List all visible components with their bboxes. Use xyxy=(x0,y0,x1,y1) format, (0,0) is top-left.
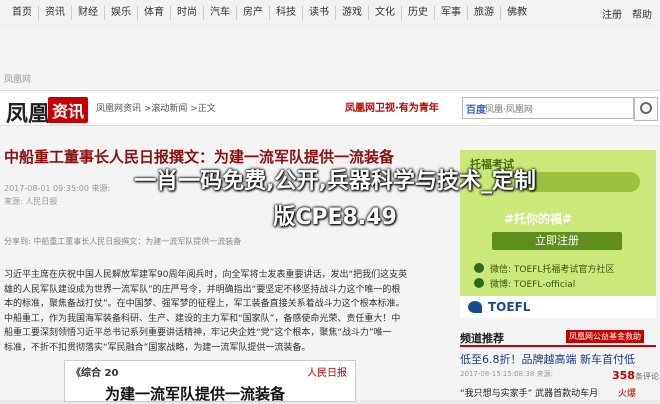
nav-item-military[interactable]: 军事 xyxy=(435,6,468,20)
side-section-title: 频道推荐 xyxy=(460,332,504,345)
article-paragraph: 习近平主席在庆祝中国人民解放军建军90周年阅兵时，向全军将士发表重要讲话，发出“… xyxy=(4,270,408,280)
side-list-item[interactable]: “我只想与实家手” 武器首款动车月 xyxy=(460,386,598,399)
toefl-logo-icon xyxy=(468,301,482,313)
side-item-meta: 2017-08-15 15:08:38 来源: xyxy=(460,370,553,378)
newspaper-brand: 人民日报 xyxy=(307,368,347,379)
newspaper-section: 《综合 20 xyxy=(71,368,119,379)
breadcrumb[interactable]: 凤凰网资讯 >滚动新闻 >正文 xyxy=(96,101,216,114)
search-input-text: 凤凰·凤凰网 xyxy=(485,105,533,115)
side-divider xyxy=(460,345,656,347)
nav-item-home[interactable]: 首页 xyxy=(6,6,39,20)
nav-item-travel[interactable]: 旅游 xyxy=(468,6,501,20)
search-button[interactable] xyxy=(634,97,658,121)
register-link[interactable]: 注册 xyxy=(602,6,622,21)
top-nav-right: 注册 帮助 xyxy=(602,6,652,21)
newspaper-image: 《综合 20 人民日报 为建一流军队提供一流装备 xyxy=(64,360,356,403)
search-input[interactable]: 百度 凤凰·凤凰网 xyxy=(462,97,634,119)
comment-count-value: 358 xyxy=(612,369,635,382)
ad-footer: TOEFL xyxy=(460,296,656,318)
nav-item-culture[interactable]: 文化 xyxy=(369,6,402,20)
overlay-headline: 一肖一码免费,公开,兵器科学与技术_定制 版CPE8.49 xyxy=(40,164,630,236)
overlay-headline-line2: 版CPE8.49 xyxy=(273,205,397,230)
channel-logo-badge[interactable]: 资讯 xyxy=(48,97,89,123)
help-link[interactable]: 帮助 xyxy=(632,6,652,21)
nav-item-news[interactable]: 资讯 xyxy=(39,6,72,20)
article-paragraph: 本的标准，聚焦备战打仗”。在中国梦、强军梦的征程上，军工装备直接关系着战斗力这个… xyxy=(4,299,405,310)
nav-item-books[interactable]: 读书 xyxy=(303,6,336,20)
article-paragraph: 船重工要深刻领悟习近平总书记系列重要讲话精神，牢记央企姓“党”这个根本，聚焦“战… xyxy=(4,328,392,339)
nav-item-sports[interactable]: 体育 xyxy=(138,6,171,20)
newspaper-headline: 为建一流军队提供一流装备 xyxy=(105,385,286,403)
nav-item-buddhism[interactable]: 佛教 xyxy=(501,6,533,20)
top-nav-links: 首页 资讯 财经 娱乐 体育 时尚 汽车 房产 科技 读书 游戏 文化 历史 军… xyxy=(6,6,533,20)
nav-item-house[interactable]: 房产 xyxy=(237,6,270,20)
share-row: 分享到: 中船重工董事长人民日报撰文：为建一流军队提供一流装备 xyxy=(4,236,241,247)
article-body: 习近平主席在庆祝中国人民解放军建军90周年阅兵时，向全军将士发表重要讲话，发出“… xyxy=(4,268,422,356)
nav-item-games[interactable]: 游戏 xyxy=(336,6,369,20)
weibo-icon xyxy=(474,278,484,288)
nav-item-auto[interactable]: 汽车 xyxy=(204,6,237,20)
site-logo[interactable]: 凤凰 xyxy=(6,96,50,128)
ad-wechat-line: 微信: TOEFL托福考试官方社区 xyxy=(490,265,615,275)
side-badge[interactable]: 凤凰网公益基金救助 xyxy=(566,330,644,343)
article-paragraph: 标准，不折不扣贯彻落实“军民融合”国家战略，为建一流军队提供一流装备。 xyxy=(4,342,311,353)
nav-item-tech[interactable]: 科技 xyxy=(270,6,303,20)
comment-count[interactable]: 358条评论 xyxy=(612,369,659,382)
ad-weibo-line: 微博: TOEFL-official xyxy=(490,280,576,290)
comment-count-unit: 条评论 xyxy=(634,372,659,381)
site-label: 凤凰网 xyxy=(4,75,32,85)
article-paragraph: 雄的人民军队建设成为世界一流军队”的庄严号令，并明确指出“要坚定不移坚持战斗力这… xyxy=(4,284,401,295)
nav-item-history[interactable]: 历史 xyxy=(402,6,435,20)
toefl-logo-text: TOEFL xyxy=(488,300,531,314)
overlay-headline-line1: 一肖一码免费,公开,兵器科学与技术_定制 xyxy=(134,169,536,194)
nav-item-entertainment[interactable]: 娱乐 xyxy=(105,6,138,20)
share-label: 分享到: xyxy=(4,237,31,246)
nav-item-fashion[interactable]: 时尚 xyxy=(171,6,204,20)
article-paragraph: 中船重工，作为我国海军装备科研、生产、建设的主力军和“国家队”，备感使命光荣、责… xyxy=(4,313,401,324)
side-item-tag: 火爆 xyxy=(618,389,637,399)
header-promo-link[interactable]: 凤凰网卫视·有为青年 xyxy=(345,99,439,114)
wechat-icon xyxy=(474,263,484,273)
side-list-item[interactable]: 低至6.8折！品牌越高端 新车首付低 xyxy=(460,351,635,367)
share-title: 中船重工董事长人民日报撰文：为建一流军队提供一流装备 xyxy=(33,237,242,246)
top-nav-bar: 首页 资讯 财经 娱乐 体育 时尚 汽车 房产 科技 读书 游戏 文化 历史 军… xyxy=(0,0,660,29)
nav-item-finance[interactable]: 财经 xyxy=(72,6,105,20)
search-engine-logo: 百度 xyxy=(466,105,486,116)
